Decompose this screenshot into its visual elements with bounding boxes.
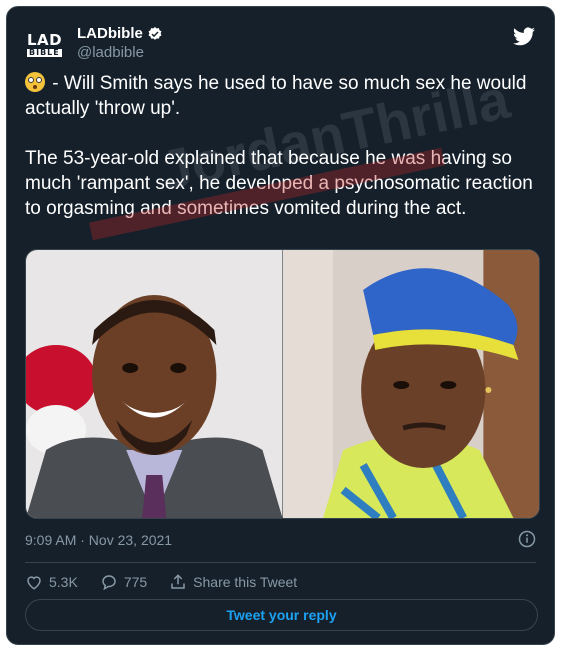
share-label: Share this Tweet — [193, 574, 298, 590]
comment-icon — [102, 575, 116, 591]
divider — [25, 562, 536, 563]
reply-button[interactable]: 775 — [100, 573, 147, 591]
avatar-logo-line1: LAD — [27, 31, 63, 49]
tweet-your-reply-button[interactable]: Tweet your reply — [25, 599, 538, 631]
twitter-bird-icon[interactable] — [512, 25, 536, 49]
tweet-paragraph-2: The 53-year-old explained that because h… — [25, 148, 533, 219]
tweet-paragraph-1: - Will Smith says he used to have so muc… — [25, 72, 527, 119]
photo-right[interactable] — [282, 250, 539, 518]
flushed-face-emoji-icon — [25, 72, 45, 92]
tweet-text: - Will Smith says he used to have so muc… — [25, 71, 540, 221]
tweet-card: LAD BIBLE LADbible @ladbible - Will Smit… — [6, 6, 555, 645]
like-button[interactable]: 5.3K — [25, 573, 78, 591]
info-icon[interactable] — [518, 530, 536, 548]
tweet-actions: 5.3K 775 Share this Tweet — [25, 570, 319, 594]
author-info[interactable]: LADbible @ladbible — [77, 25, 163, 61]
tweet-media[interactable] — [25, 249, 540, 519]
tweet-header: LAD BIBLE LADbible @ladbible — [25, 25, 536, 69]
share-icon — [171, 574, 185, 589]
avatar[interactable]: LAD BIBLE — [25, 27, 69, 63]
author-handle[interactable]: @ladbible — [77, 44, 163, 61]
heart-icon — [27, 576, 41, 590]
avatar-logo-line2: BIBLE — [27, 48, 62, 57]
portrait-suit-image — [26, 250, 283, 518]
like-count: 5.3K — [49, 574, 78, 590]
verified-badge-icon — [148, 26, 162, 40]
share-button[interactable]: Share this Tweet — [169, 573, 297, 591]
photo-left[interactable] — [26, 250, 283, 518]
author-display-name[interactable]: LADbible — [77, 25, 143, 42]
tweet-timestamp[interactable]: 9:09 AM · Nov 23, 2021 — [25, 532, 172, 548]
portrait-cap-image — [282, 250, 539, 518]
reply-count: 775 — [123, 574, 148, 590]
